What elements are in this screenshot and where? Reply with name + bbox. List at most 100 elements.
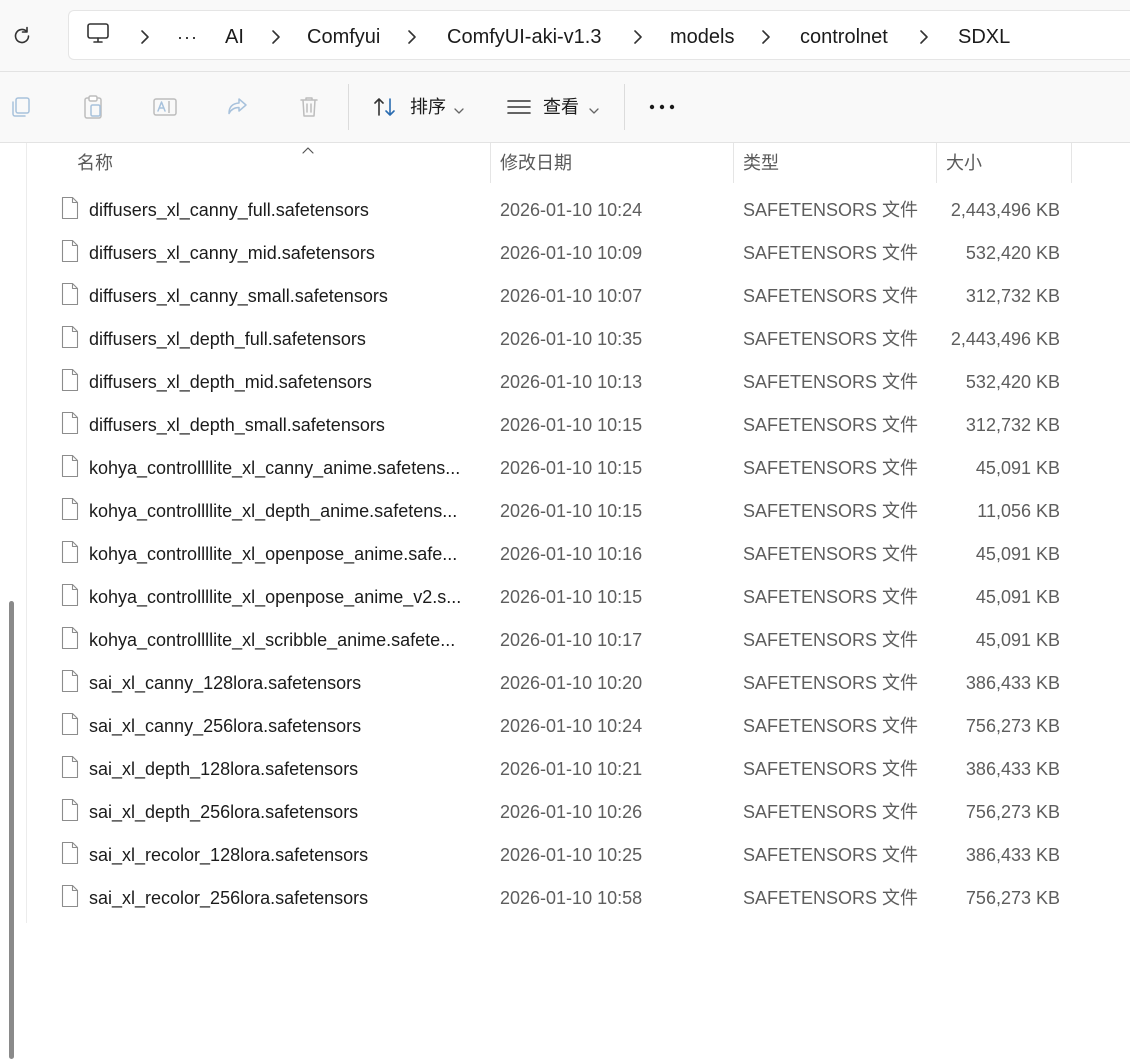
file-icon xyxy=(61,454,79,478)
file-row[interactable]: kohya_controllllite_xl_depth_anime.safet… xyxy=(28,490,1130,533)
file-row[interactable]: sai_xl_recolor_256lora.safetensors 2026-0… xyxy=(28,877,1130,920)
file-date-modified: 2026-01-10 10:24 xyxy=(500,716,643,736)
file-type: SAFETENSORS 文件 xyxy=(743,243,919,263)
share-button[interactable] xyxy=(224,94,250,120)
scrollbar-thumb[interactable] xyxy=(9,601,14,1059)
file-name: sai_xl_canny_256lora.safetensors xyxy=(89,716,362,736)
share-icon xyxy=(228,98,247,115)
delete-button[interactable] xyxy=(296,94,322,120)
file-name: diffusers_xl_depth_mid.safetensors xyxy=(89,372,372,392)
file-date-modified: 2026-01-10 10:07 xyxy=(500,286,643,306)
file-name: kohya_controllllite_xl_openpose_anime.sa… xyxy=(89,544,458,564)
file-name: kohya_controllllite_xl_depth_anime.safet… xyxy=(89,501,458,521)
sort-label: 排序 xyxy=(410,97,446,117)
file-icon xyxy=(61,497,79,521)
file-type: SAFETENSORS 文件 xyxy=(743,716,919,736)
sort-button[interactable]: 排序 xyxy=(366,88,470,126)
view-label: 查看 xyxy=(543,97,579,117)
copy-icon xyxy=(12,97,30,117)
file-date-modified: 2026-01-10 10:20 xyxy=(500,673,643,693)
file-date-modified: 2026-01-10 10:26 xyxy=(500,802,643,822)
breadcrumb[interactable]: ··· AI Comfyui ComfyUI-aki-v1.3 models c… xyxy=(68,10,1130,60)
paste-icon xyxy=(84,95,102,119)
column-type[interactable]: 类型 xyxy=(743,152,779,174)
file-row[interactable]: diffusers_xl_canny_small.safetensors 2026… xyxy=(28,275,1130,318)
breadcrumb-item-sdxl[interactable]: SDXL xyxy=(958,25,1010,49)
chevron-right-icon xyxy=(759,27,773,47)
chevron-right-icon xyxy=(138,27,152,47)
file-name: kohya_controllllite_xl_scribble_anime.sa… xyxy=(89,630,456,650)
file-row[interactable]: diffusers_xl_canny_mid.safetensors 2026-0… xyxy=(28,232,1130,275)
breadcrumb-item-comfyui-aki[interactable]: ComfyUI-aki-v1.3 xyxy=(447,25,601,49)
breadcrumb-item-comfyui[interactable]: Comfyui xyxy=(307,25,380,49)
chevron-right-icon xyxy=(269,27,283,47)
file-row[interactable]: diffusers_xl_canny_full.safetensors 2026-… xyxy=(28,189,1130,232)
chevron-down-icon xyxy=(589,102,599,120)
file-name: diffusers_xl_depth_full.safetensors xyxy=(89,329,366,349)
breadcrumb-item-models[interactable]: models xyxy=(670,25,734,49)
file-type: SAFETENSORS 文件 xyxy=(743,286,919,306)
file-type: SAFETENSORS 文件 xyxy=(743,673,919,693)
sort-ascending-icon xyxy=(300,143,316,154)
view-button[interactable]: 查看 xyxy=(500,88,604,126)
column-divider[interactable] xyxy=(1071,143,1072,183)
file-name: diffusers_xl_canny_small.safetensors xyxy=(89,286,388,306)
file-row[interactable]: kohya_controllllite_xl_canny_anime.safet… xyxy=(28,447,1130,490)
file-date-modified: 2026-01-10 10:25 xyxy=(500,845,643,865)
column-size[interactable]: 大小 xyxy=(946,152,982,174)
file-size: 2,443,496 KB xyxy=(950,200,1060,220)
breadcrumb-item-ai[interactable]: AI xyxy=(225,25,244,49)
breadcrumb-item-controlnet[interactable]: controlnet xyxy=(800,25,888,49)
chevron-right-icon xyxy=(405,27,419,47)
file-size: 11,056 KB xyxy=(977,501,1060,521)
rename-button[interactable] xyxy=(152,94,178,120)
file-type: SAFETENSORS 文件 xyxy=(743,630,919,650)
file-date-modified: 2026-01-10 10:58 xyxy=(500,888,643,908)
file-date-modified: 2026-01-10 10:15 xyxy=(500,587,643,607)
file-size: 2,443,496 KB xyxy=(950,329,1060,349)
chevron-down-icon xyxy=(454,102,464,120)
file-size: 45,091 KB xyxy=(975,587,1060,607)
file-row[interactable]: kohya_controllllite_xl_scribble_anime.sa… xyxy=(28,619,1130,662)
file-row[interactable]: kohya_controllllite_xl_openpose_anime.sa… xyxy=(28,533,1130,576)
chevron-right-icon xyxy=(631,27,645,47)
column-divider[interactable] xyxy=(936,143,937,183)
file-icon xyxy=(61,712,79,736)
file-row[interactable]: kohya_controllllite_xl_openpose_anime_v2… xyxy=(28,576,1130,619)
file-icon xyxy=(61,626,79,650)
vertical-scrollbar[interactable] xyxy=(0,143,27,1059)
command-bar: 排序 查看 xyxy=(0,72,1130,143)
file-date-modified: 2026-01-10 10:17 xyxy=(500,630,643,650)
file-size: 532,420 KB xyxy=(965,372,1060,392)
column-date-modified[interactable]: 修改日期 xyxy=(500,152,572,174)
more-options-button[interactable] xyxy=(642,94,682,120)
file-row[interactable]: diffusers_xl_depth_small.safetensors 2026… xyxy=(28,404,1130,447)
column-divider[interactable] xyxy=(733,143,734,183)
trash-icon xyxy=(300,97,318,117)
file-row[interactable]: sai_xl_depth_256lora.safetensors 2026-01-… xyxy=(28,791,1130,834)
breadcrumb-overflow[interactable]: ··· xyxy=(177,25,198,49)
file-row[interactable]: diffusers_xl_depth_mid.safetensors 2026-0… xyxy=(28,361,1130,404)
file-icon xyxy=(61,411,79,435)
file-size: 756,273 KB xyxy=(965,888,1060,908)
file-row[interactable]: sai_xl_canny_128lora.safetensors 2026-01-… xyxy=(28,662,1130,705)
file-row[interactable]: sai_xl_recolor_128lora.safetensors 2026-0… xyxy=(28,834,1130,877)
file-row[interactable]: sai_xl_depth_128lora.safetensors 2026-01-… xyxy=(28,748,1130,791)
sort-icon xyxy=(372,94,398,120)
copy-button[interactable] xyxy=(8,94,34,120)
file-row[interactable]: diffusers_xl_depth_full.safetensors 2026-… xyxy=(28,318,1130,361)
file-size: 386,433 KB xyxy=(965,673,1060,693)
file-type: SAFETENSORS 文件 xyxy=(743,888,919,908)
toolbar-divider xyxy=(348,84,349,130)
file-size: 756,273 KB xyxy=(965,802,1060,822)
column-name[interactable]: 名称 xyxy=(77,152,113,174)
paste-button[interactable] xyxy=(80,94,106,120)
file-name: kohya_controllllite_xl_canny_anime.safet… xyxy=(89,458,461,478)
refresh-button[interactable] xyxy=(6,20,38,52)
file-icon xyxy=(61,884,79,908)
file-row[interactable]: sai_xl_canny_256lora.safetensors 2026-01-… xyxy=(28,705,1130,748)
file-date-modified: 2026-01-10 10:35 xyxy=(500,329,643,349)
column-divider[interactable] xyxy=(490,143,491,183)
this-pc-icon[interactable] xyxy=(85,21,113,47)
file-date-modified: 2026-01-10 10:15 xyxy=(500,458,643,478)
